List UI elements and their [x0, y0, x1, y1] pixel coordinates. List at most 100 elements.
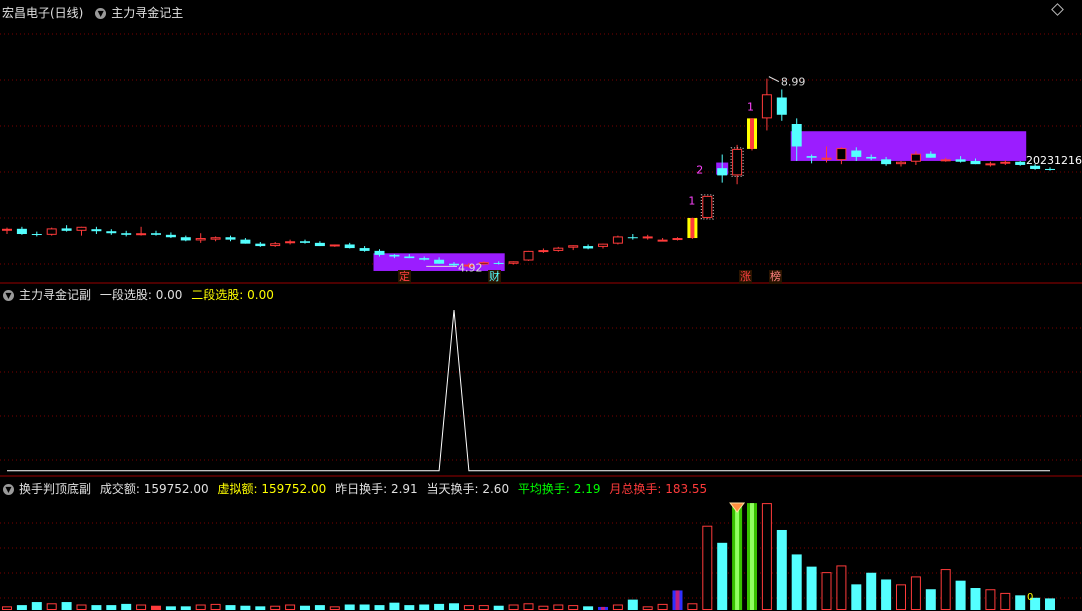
virtual-label: 虚拟额: [217, 482, 258, 496]
turnover-bar [463, 605, 474, 611]
candle-body [881, 159, 892, 165]
candle-body [702, 195, 713, 218]
sub2-panel-header: ▼ 换手判顶底副 成交额: 159752.00 虚拟额: 159752.00 昨日… [0, 480, 712, 498]
date-label: 20231216 [1026, 154, 1082, 167]
monthly-value: 183.55 [665, 482, 708, 496]
seq-marker: 2 [696, 163, 703, 176]
turnover-bar [940, 569, 951, 611]
today-label: 当天换手: [426, 482, 479, 496]
turnover-bar [836, 565, 847, 611]
candle-body [1000, 161, 1011, 164]
sub1-value-1: 0.00 [155, 288, 183, 302]
candle-body [940, 159, 951, 162]
candle-body [583, 246, 594, 249]
candle-body [344, 244, 355, 249]
main-indicator-name[interactable]: 主力寻金记主 [111, 6, 183, 20]
candle-body [717, 168, 728, 176]
turnover-bar [91, 605, 102, 610]
chevron-down-icon[interactable]: ▼ [3, 290, 14, 301]
turnover-bar [121, 603, 132, 610]
candle-body [91, 229, 102, 232]
candle-body [419, 258, 430, 260]
chevron-down-icon[interactable]: ▼ [3, 484, 14, 495]
avg-value: 2.19 [573, 482, 601, 496]
tag-zhang: 涨 [739, 270, 752, 284]
turnover-bar [165, 606, 176, 610]
low-label: 4.92 [458, 261, 483, 274]
candle-body [896, 161, 906, 165]
candle-body [106, 231, 117, 234]
candle-body [180, 237, 191, 241]
turnover-bar [493, 605, 504, 610]
candle-body [195, 238, 206, 241]
candle-body [434, 259, 445, 264]
candle-body [300, 241, 310, 243]
turnover-bar [612, 604, 623, 610]
candle-body [538, 250, 549, 253]
stock-name[interactable]: 宏昌电子(日线) [2, 6, 83, 20]
candle-body [493, 262, 504, 264]
turnover-bar [568, 605, 579, 611]
sub2-indicator-name[interactable]: 换手判顶底副 [19, 482, 91, 496]
candle-body [136, 233, 147, 236]
avg-label: 平均换手: [517, 482, 570, 496]
candle-body [657, 239, 668, 242]
turnover-bar-peak-core [750, 503, 754, 610]
candle-body [821, 157, 832, 160]
candle-body [836, 148, 847, 161]
sub2-marker: 0 [1027, 592, 1033, 603]
turnover-bar [270, 605, 281, 610]
turnover-bar [210, 603, 221, 611]
turnover-bar [344, 604, 355, 610]
yesterday-value: 2.91 [390, 482, 418, 496]
yesterday-label: 昨日换手: [335, 482, 388, 496]
turnover-bar [910, 576, 921, 610]
candle-body [285, 241, 296, 244]
turnover-bar [61, 602, 72, 610]
candle-body [210, 237, 221, 240]
turnover-bar [359, 604, 370, 610]
tag-cai: 财 [488, 270, 501, 284]
turnover-bar [717, 542, 728, 610]
turnover-bar [46, 603, 57, 610]
turnover-bar-mark-core [675, 590, 680, 610]
turnover-bar [627, 599, 638, 610]
candle-body [404, 256, 415, 259]
signal-candle-core [750, 118, 754, 149]
high-label: 8.99 [781, 76, 806, 89]
chevron-down-icon[interactable]: ▼ [95, 8, 107, 19]
tag-bang: 榜 [769, 270, 782, 284]
candle-body [151, 233, 161, 235]
high-marker-line [768, 76, 780, 83]
candle-body [925, 153, 936, 158]
turnover-bar [985, 589, 996, 610]
turnover-bar [329, 606, 340, 611]
turnover-bar [970, 588, 981, 610]
candle-body [225, 237, 236, 240]
turnover-bar [1000, 592, 1011, 610]
turnover-bar [285, 604, 296, 610]
candle-body [866, 156, 877, 159]
candle-body [255, 243, 266, 247]
turnover-bar [538, 605, 549, 610]
candle-body [970, 160, 981, 165]
turnover-bar [523, 603, 534, 610]
candle-body [374, 250, 385, 255]
candle-body [329, 244, 340, 247]
turnover-bar [404, 605, 415, 610]
turnover-bar [76, 604, 87, 610]
turnover-bar [180, 606, 191, 610]
candle-body [314, 242, 325, 247]
turnover-bar [195, 604, 206, 610]
sub1-indicator-name[interactable]: 主力寻金记副 [19, 288, 91, 302]
monthly-label: 月总换手: [609, 482, 662, 496]
candle-body [732, 148, 743, 176]
turnover-bar [1015, 595, 1026, 610]
tag-ding: 定 [398, 270, 411, 284]
sub1-label-2: 二段选股: [191, 288, 244, 302]
candle-body [1015, 161, 1026, 165]
selection-line [7, 309, 1050, 472]
candle-body [31, 234, 42, 236]
turnover-bar-peak-core [735, 505, 740, 610]
turnover-bar [106, 605, 117, 610]
